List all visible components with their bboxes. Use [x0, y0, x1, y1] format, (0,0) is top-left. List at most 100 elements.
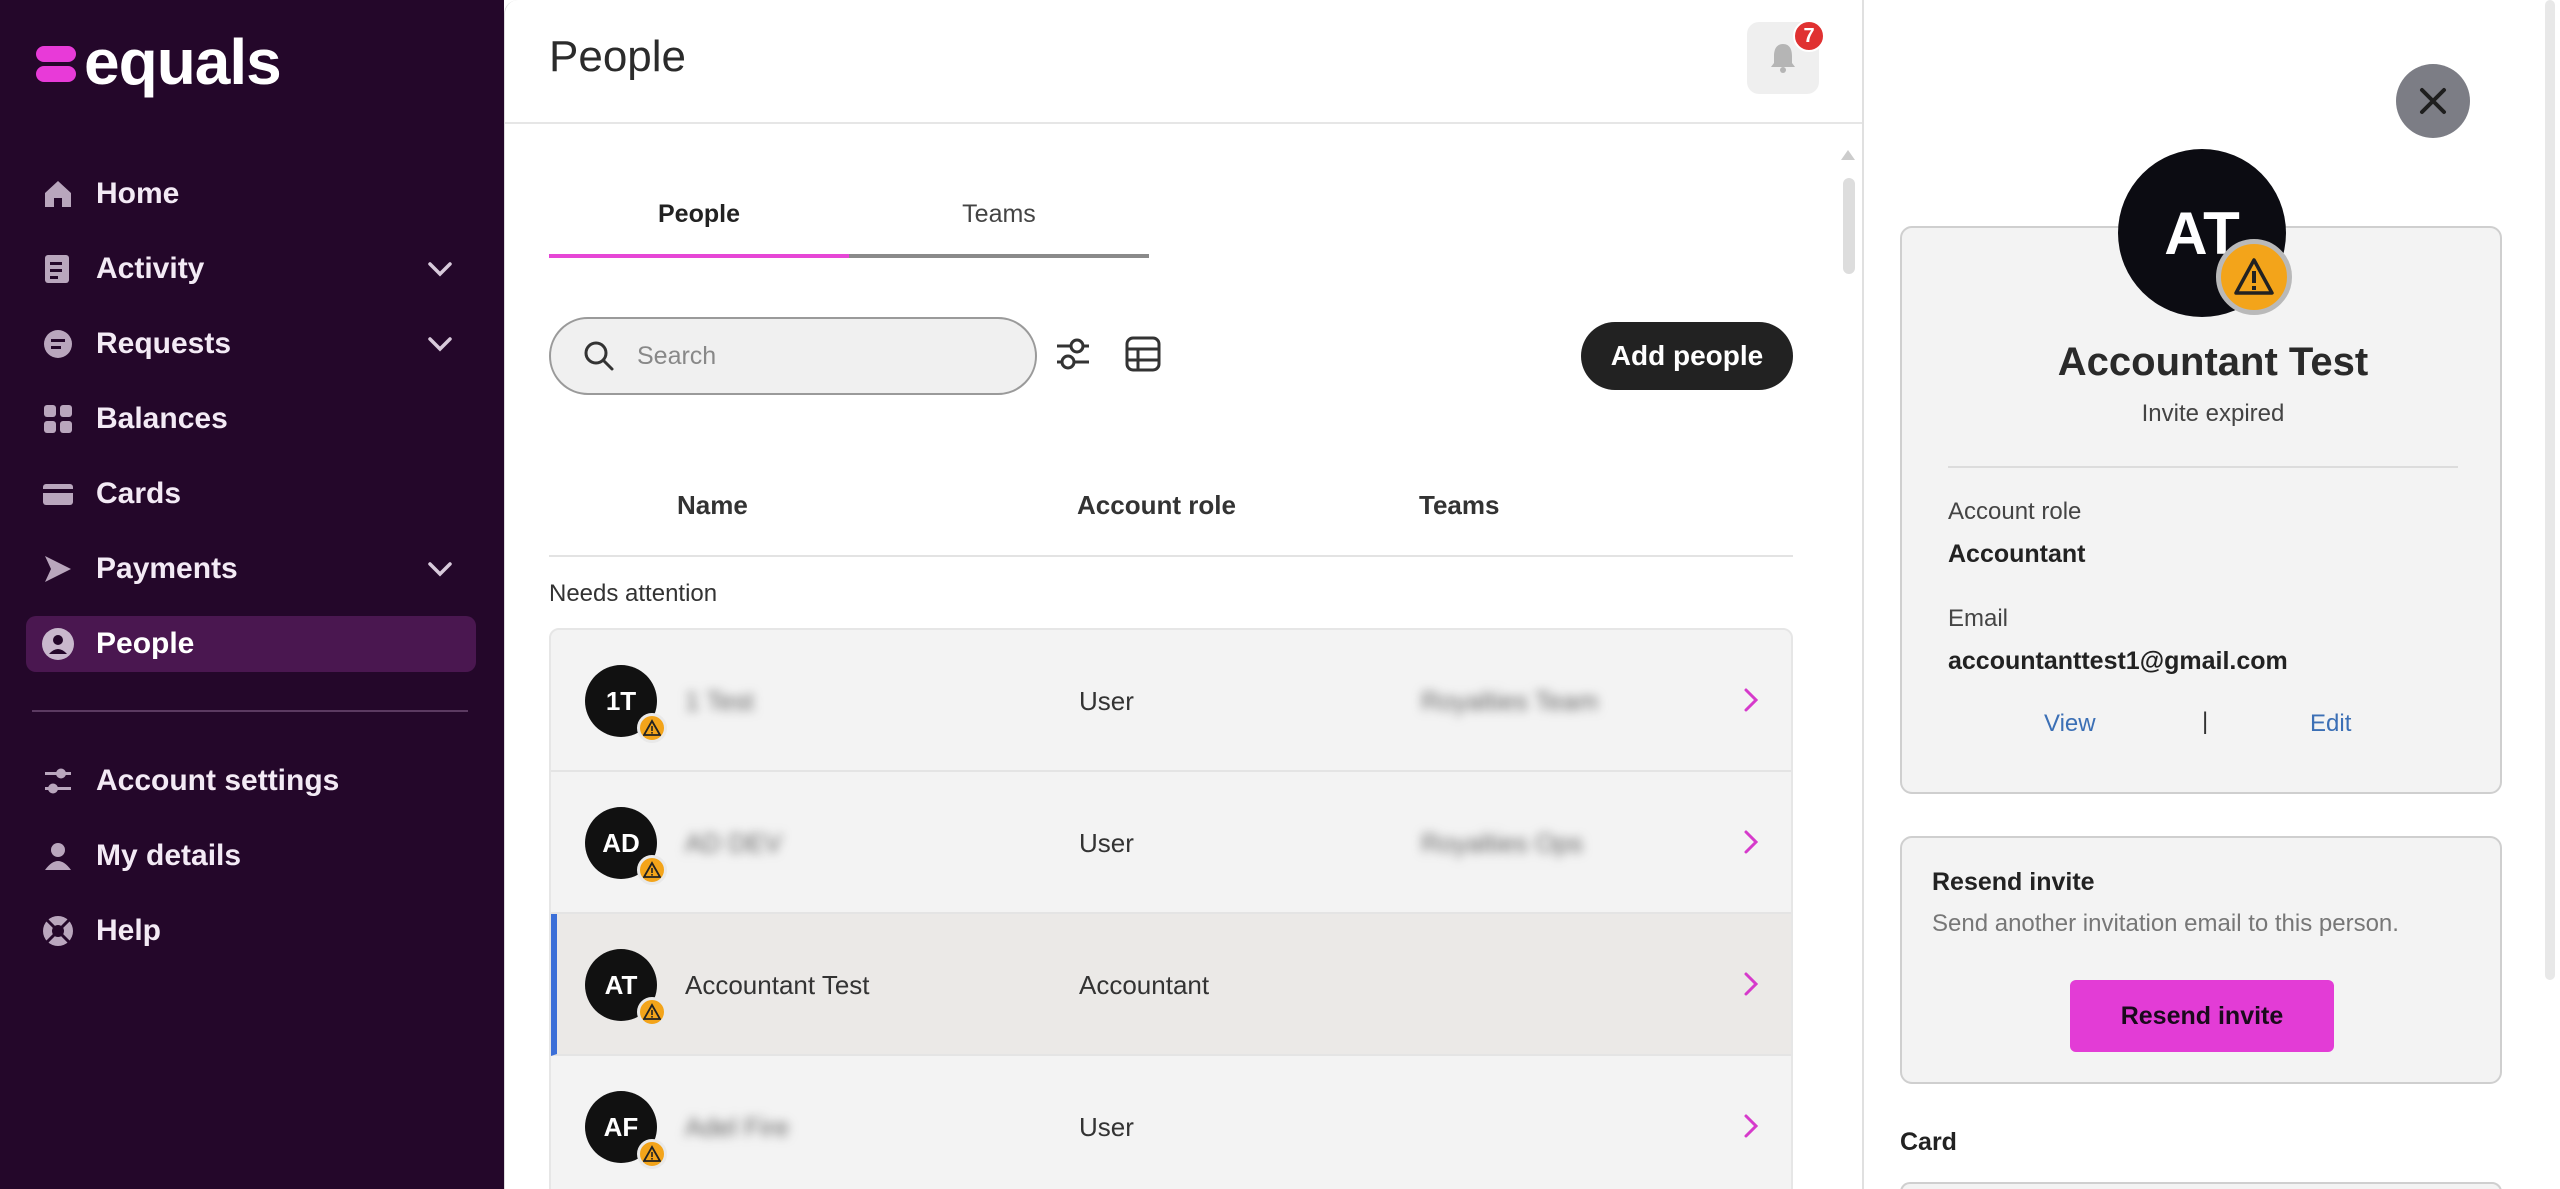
row-role: User	[1079, 1112, 1134, 1142]
sidebar-item-payments[interactable]: Payments	[26, 541, 476, 597]
person-icon	[40, 626, 76, 662]
invite-status: Invite expired	[2141, 400, 2285, 427]
account-role-label: Account role	[1948, 498, 2082, 525]
row-name: AD DEV	[685, 828, 782, 858]
activity-icon	[40, 251, 76, 287]
close-icon	[2420, 88, 2446, 114]
row-role: User	[1079, 828, 1134, 858]
settings-icon	[40, 763, 76, 799]
sidebar-item-cards[interactable]: Cards	[26, 466, 476, 522]
row-team: Royalties Ops	[1421, 828, 1583, 858]
scroll-up-arrow-icon[interactable]	[1841, 150, 1855, 160]
resend-invite-button[interactable]: Resend invite	[2070, 980, 2334, 1052]
sidebar-item-activity[interactable]: Activity	[26, 241, 476, 297]
sidebar-item-help[interactable]: Help	[26, 903, 476, 959]
chevron-right-icon	[1744, 972, 1759, 996]
row-team: Royalties Team	[1421, 686, 1599, 716]
email-value: accountanttest1@gmail.com	[1948, 647, 2288, 675]
section-label-needs-attention: Needs attention	[549, 580, 718, 607]
bell-icon	[1771, 44, 1795, 73]
equals-logo[interactable]: equals	[36, 26, 282, 98]
sidebar-item-my-details[interactable]: My details	[26, 828, 476, 884]
sidebar-item-label: Balances	[96, 402, 228, 435]
column-header-name[interactable]: Name	[677, 490, 748, 521]
sidebar-divider	[32, 710, 468, 712]
sidebar-item-label: Cards	[96, 477, 182, 510]
avatar: AD	[585, 807, 667, 885]
main-content: People 7 People Teams Add people Name Ac…	[504, 0, 1863, 1189]
avatar: AF	[585, 1091, 667, 1169]
column-header-account-role[interactable]: Account role	[1077, 490, 1236, 521]
logo-mark-icon	[36, 42, 76, 82]
warning-icon	[2216, 239, 2292, 315]
tab-teams[interactable]: Teams	[849, 200, 1149, 258]
sidebar-item-label: Payments	[96, 552, 238, 585]
tab-people[interactable]: People	[549, 200, 849, 258]
table-row-selected[interactable]: AT Accountant Test Accountant	[551, 914, 1791, 1056]
row-name: 1 Test	[685, 686, 754, 716]
sidebar-item-account-settings[interactable]: Account settings	[26, 753, 476, 809]
notification-count-badge: 7	[1793, 20, 1825, 52]
filter-button[interactable]	[1049, 330, 1097, 378]
chevron-down-icon[interactable]	[424, 553, 456, 585]
warning-icon	[637, 713, 667, 743]
payments-icon	[40, 551, 76, 587]
sidebar-item-label: People	[96, 627, 195, 660]
notifications-button[interactable]: 7	[1747, 20, 1825, 94]
sidebar-item-home[interactable]: Home	[26, 166, 476, 222]
chevron-down-icon[interactable]	[424, 328, 456, 360]
sidebar-item-label: Home	[96, 177, 180, 210]
page-title: People	[549, 32, 687, 81]
sidebar-item-label: Account settings	[96, 764, 340, 797]
card-icon	[40, 476, 76, 512]
table-row[interactable]: AD AD DEV User Royalties Ops	[551, 772, 1791, 914]
sidebar-item-requests[interactable]: Requests	[26, 316, 476, 372]
resend-invite-title: Resend invite	[1932, 868, 2095, 896]
table-header-divider	[549, 555, 1793, 557]
sidebar: equals Home Activity Requests Balances C…	[0, 0, 504, 1189]
search-input[interactable]	[637, 341, 1017, 371]
logo-text: equals	[84, 26, 282, 98]
row-role: Accountant	[1079, 970, 1210, 1000]
sidebar-item-people[interactable]: People	[26, 616, 476, 672]
header-divider	[505, 122, 1863, 124]
add-people-button[interactable]: Add people	[1581, 322, 1793, 390]
avatar: 1T	[585, 665, 667, 743]
card-section-box	[1900, 1182, 2502, 1189]
account-role-value: Accountant	[1948, 540, 2086, 568]
chevron-down-icon[interactable]	[424, 253, 456, 285]
avatar-large: AT	[2118, 149, 2292, 317]
search-box[interactable]	[549, 317, 1037, 395]
view-link[interactable]: View	[2044, 710, 2096, 738]
avatar: AT	[585, 949, 667, 1027]
scrollbar-thumb[interactable]	[1843, 178, 1855, 274]
table-icon	[1125, 336, 1161, 372]
main-scrollbar[interactable]	[1841, 150, 1855, 1189]
requests-icon	[40, 326, 76, 362]
row-role: User	[1079, 686, 1134, 716]
sidebar-item-balances[interactable]: Balances	[26, 391, 476, 447]
warning-icon	[637, 997, 667, 1027]
row-name: Adel Fire	[685, 1112, 790, 1142]
card-section-heading: Card	[1900, 1128, 1957, 1156]
sidebar-item-label: Requests	[96, 327, 232, 360]
email-label: Email	[1948, 605, 2009, 632]
link-separator: |	[2202, 708, 2209, 735]
help-icon	[40, 913, 76, 949]
panel-scrollbar[interactable]	[2542, 0, 2558, 980]
card-divider	[1948, 466, 2458, 468]
column-header-teams[interactable]: Teams	[1419, 490, 1499, 521]
edit-link[interactable]: Edit	[2310, 710, 2351, 738]
resend-invite-card: Resend invite Send another invitation em…	[1900, 836, 2502, 1084]
filter-icon	[1057, 338, 1089, 370]
warning-icon	[637, 855, 667, 885]
sidebar-item-label: My details	[96, 839, 242, 872]
warning-icon	[637, 1139, 667, 1169]
table-view-button[interactable]	[1119, 330, 1167, 378]
search-icon	[584, 341, 614, 371]
table-row[interactable]: AF Adel Fire User	[551, 1056, 1791, 1189]
chevron-right-icon	[1744, 688, 1759, 712]
balances-icon	[40, 401, 76, 437]
close-panel-button[interactable]	[2396, 64, 2470, 138]
table-row[interactable]: 1T 1 Test User Royalties Team	[551, 630, 1791, 772]
